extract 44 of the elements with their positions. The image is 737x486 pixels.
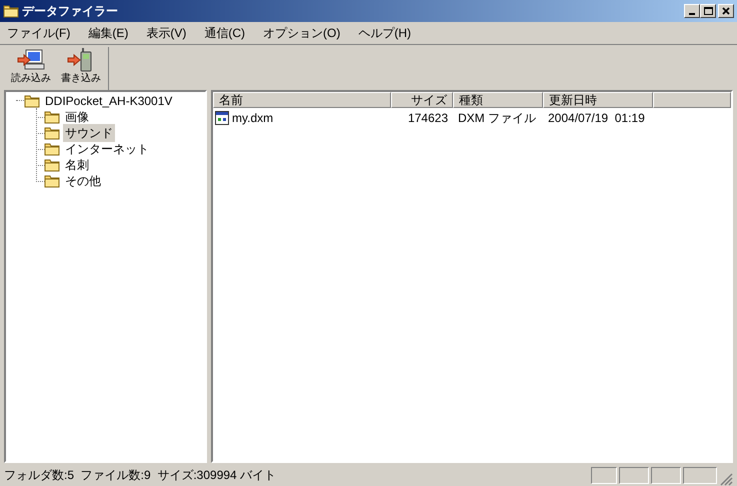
tree-item[interactable]: 画像: [63, 108, 91, 126]
table-cell-text: 2004/07/19 01:19: [548, 110, 645, 126]
folder-icon: [24, 94, 40, 108]
file-icon: [215, 110, 229, 124]
folder-icon: [44, 110, 60, 124]
toolbar-button[interactable]: 書き込み: [56, 47, 106, 89]
status-panel: [683, 466, 717, 484]
status-panel: [651, 466, 681, 484]
close-icon: [720, 5, 732, 17]
maximize-button[interactable]: [700, 4, 716, 18]
status-text: フォルダ数:5 ファイル数:9 サイズ:309994 バイト: [4, 467, 278, 484]
menu-item[interactable]: 通信(C): [201, 24, 248, 42]
tree-item[interactable]: サウンド: [63, 124, 115, 142]
menu-item[interactable]: 表示(V): [143, 24, 190, 42]
folder-icon: [44, 158, 60, 172]
tree-item[interactable]: 名刺: [63, 156, 91, 174]
window-title: データファイラー: [22, 3, 119, 20]
column-header[interactable]: 更新日時: [543, 92, 653, 108]
minimize-icon: [689, 13, 695, 15]
folder-icon: [3, 3, 19, 19]
menu-item[interactable]: ヘルプ(H): [355, 24, 414, 42]
tree-item[interactable]: インターネット: [63, 140, 151, 158]
column-header[interactable]: サイズ: [391, 92, 453, 108]
column-header[interactable]: 名前: [213, 92, 391, 108]
resize-grip-icon: [719, 472, 733, 486]
folder-icon: [44, 174, 60, 188]
toolbar-button[interactable]: 読み込み: [6, 47, 56, 89]
minimize-button[interactable]: [684, 4, 700, 18]
folder-icon: [44, 142, 60, 156]
status-panel: [591, 466, 617, 484]
column-header[interactable]: 種類: [453, 92, 543, 108]
table-cell-text: my.dxm: [232, 110, 274, 126]
max-icon: [702, 5, 714, 17]
tree-item[interactable]: その他: [63, 172, 103, 190]
table-cell-text: DXM ファイル: [458, 110, 536, 126]
status-panel: [619, 466, 649, 484]
computer-icon: [17, 48, 45, 72]
menu-item[interactable]: 編集(E): [85, 24, 132, 42]
menu-item[interactable]: ファイル(F): [4, 24, 74, 42]
close-button[interactable]: [718, 4, 734, 18]
folder-icon: [44, 126, 60, 140]
tree-item[interactable]: DDIPocket_AH-K3001V: [43, 92, 174, 110]
table-cell-text: 174623: [408, 110, 448, 126]
menu-item[interactable]: オプション(O): [260, 24, 344, 42]
